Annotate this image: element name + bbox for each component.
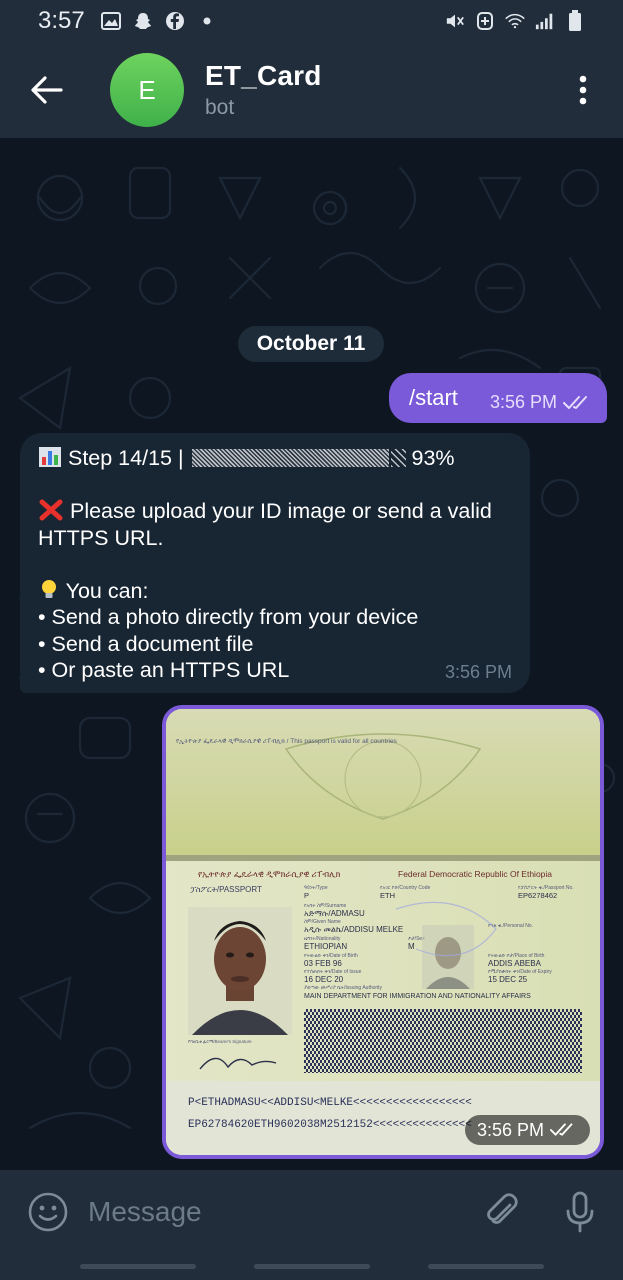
option-item: • Or paste an HTTPS URL [38,658,290,682]
nav-home[interactable] [254,1264,370,1269]
nationality-value: ETHIOPIAN [304,942,347,951]
message-input[interactable] [88,1187,448,1237]
incoming-message[interactable]: Step 14/15 | 93% Please upload your ID i… [20,433,530,693]
expiry-value: 15 DEC 25 [488,975,528,984]
arrow-left-icon [31,76,63,104]
outgoing-photo-message[interactable]: የኢትዮጵያ ፌዴራላዊ ዲሞክራሲያዊ ሪፐብሊክ / This passpo… [162,705,604,1159]
issue-value: 16 DEC 20 [304,975,344,984]
chat-title-block[interactable]: ET_Card bot [205,60,322,120]
dot-icon [197,11,217,31]
microphone-icon [566,1191,594,1233]
authority-label: ያወጣው መሥሪያ ቤት/Issuing Authority [304,985,383,991]
progress-bar [191,449,389,467]
paperclip-icon [487,1193,518,1224]
portrait-photo [188,907,292,1035]
status-bar: 3:57 [0,0,623,42]
pob-value: ADDIS ABEBA [488,959,542,968]
avatar-letter: E [138,74,156,105]
mrz-line-2: EP62784620ETH9602038M2512152<<<<<<<<<<<<… [188,1119,472,1131]
chat-subtitle: bot [205,96,235,119]
photo-meta: 3:56 PM [464,1115,590,1145]
passport-country-amharic: የኢትዮጵያ ፌዴራላዊ ዲሞክራሲያዊ ሪፐብሊክ [198,869,341,879]
passport-photo[interactable]: የኢትዮጵያ ፌዴራላዊ ዲሞክራሲያዊ ሪፐብሊክ / This passpo… [166,709,600,1155]
snapchat-icon [133,11,153,31]
battery-icon [565,10,585,31]
passport-country-english: Federal Democratic Republic Of Ethiopia [398,869,552,879]
avatar[interactable]: E [110,53,184,127]
given-name-value: አዲሱ መልኬ/ADDISU MELKE [304,925,403,934]
status-right-icons [445,10,585,31]
barcode [304,1009,582,1073]
dob-value: 03 FEB 96 [304,959,342,968]
data-saver-icon [475,11,495,31]
double-check-icon [563,395,587,409]
passport-no-value: EP6278462 [518,891,557,900]
progress-line: Step 14/15 | 93% [38,445,512,472]
option-item: • Send a photo directly from your device [38,605,419,629]
signature-label: የባለቤቱ ፊርማ/Bearer's Signature [188,1039,252,1044]
passport-doc-label: ፓስፖርት/PASSPORT [190,885,262,894]
sex-value: M [408,942,415,951]
status-left-icons [100,11,217,31]
message-text: /start [409,385,458,410]
more-menu-button[interactable] [571,60,595,120]
passport-top-text: የኢትዮጵያ ፌዴራላዊ ዲሞክራሲያዊ ሪፐብሊክ / This passpo… [176,738,398,745]
date-separator: October 11 [238,326,384,362]
ghost-portrait [422,925,474,989]
mrz-line-1: P<ETHADMASU<<ADDISU<MELKE<<<<<<<<<<<<<<<… [188,1097,472,1109]
microphone-button[interactable] [555,1187,605,1237]
nav-recents[interactable] [80,1264,196,1269]
system-nav-bar [0,1254,623,1280]
double-check-icon [550,1123,573,1136]
attach-button[interactable] [477,1187,527,1237]
smiley-icon [28,1192,68,1232]
error-text-line2: HTTPS URL. [38,525,164,550]
back-button[interactable] [17,60,77,120]
chat-area[interactable]: October 11 /start 3:56 PM Step 14/15 | 9… [0,138,623,1170]
wifi-icon [505,11,525,31]
error-text-line1: Please upload your ID image or send a va… [69,499,492,523]
passport-image: የኢትዮጵያ ፌዴራላዊ ዲሞክራሲያዊ ሪፐብሊክ / This passpo… [166,709,600,1155]
nav-back[interactable] [428,1264,544,1269]
progress-percent: 93% [411,446,455,470]
bar-chart-icon [39,447,61,467]
type-value: P [304,891,309,900]
tip-line: You can: [38,578,512,605]
message-meta: 3:56 PM [490,392,593,413]
gallery-icon [100,11,121,31]
code-value: ETH [380,891,395,900]
emoji-button[interactable] [22,1186,74,1238]
cross-mark-icon [39,499,63,521]
chat-title: ET_Card [205,60,322,91]
facebook-icon [165,11,185,31]
message-composer [0,1170,623,1254]
message-time: 3:56 PM [476,1119,544,1140]
more-vertical-icon [579,75,587,105]
message-time: 3:56 PM [489,392,557,412]
progress-bar-remaining [390,449,406,467]
option-item: • Send a document file [38,631,254,656]
status-time: 3:57 [38,7,85,34]
mute-icon [445,11,465,31]
tip-heading: You can: [65,578,149,603]
signal-icon [535,11,555,31]
light-bulb-icon [42,579,56,598]
surname-value: አድማሱ/ADMASU [304,909,365,918]
error-line: Please upload your ID image or send a va… [38,498,512,525]
authority-value: MAIN DEPARTMENT FOR IMMIGRATION AND NATI… [304,993,531,1000]
step-label: Step 14/15 | [67,446,184,470]
message-time: 3:56 PM [444,661,512,682]
outgoing-message[interactable]: /start 3:56 PM [389,373,607,423]
chat-header: E ET_Card bot [0,42,623,138]
